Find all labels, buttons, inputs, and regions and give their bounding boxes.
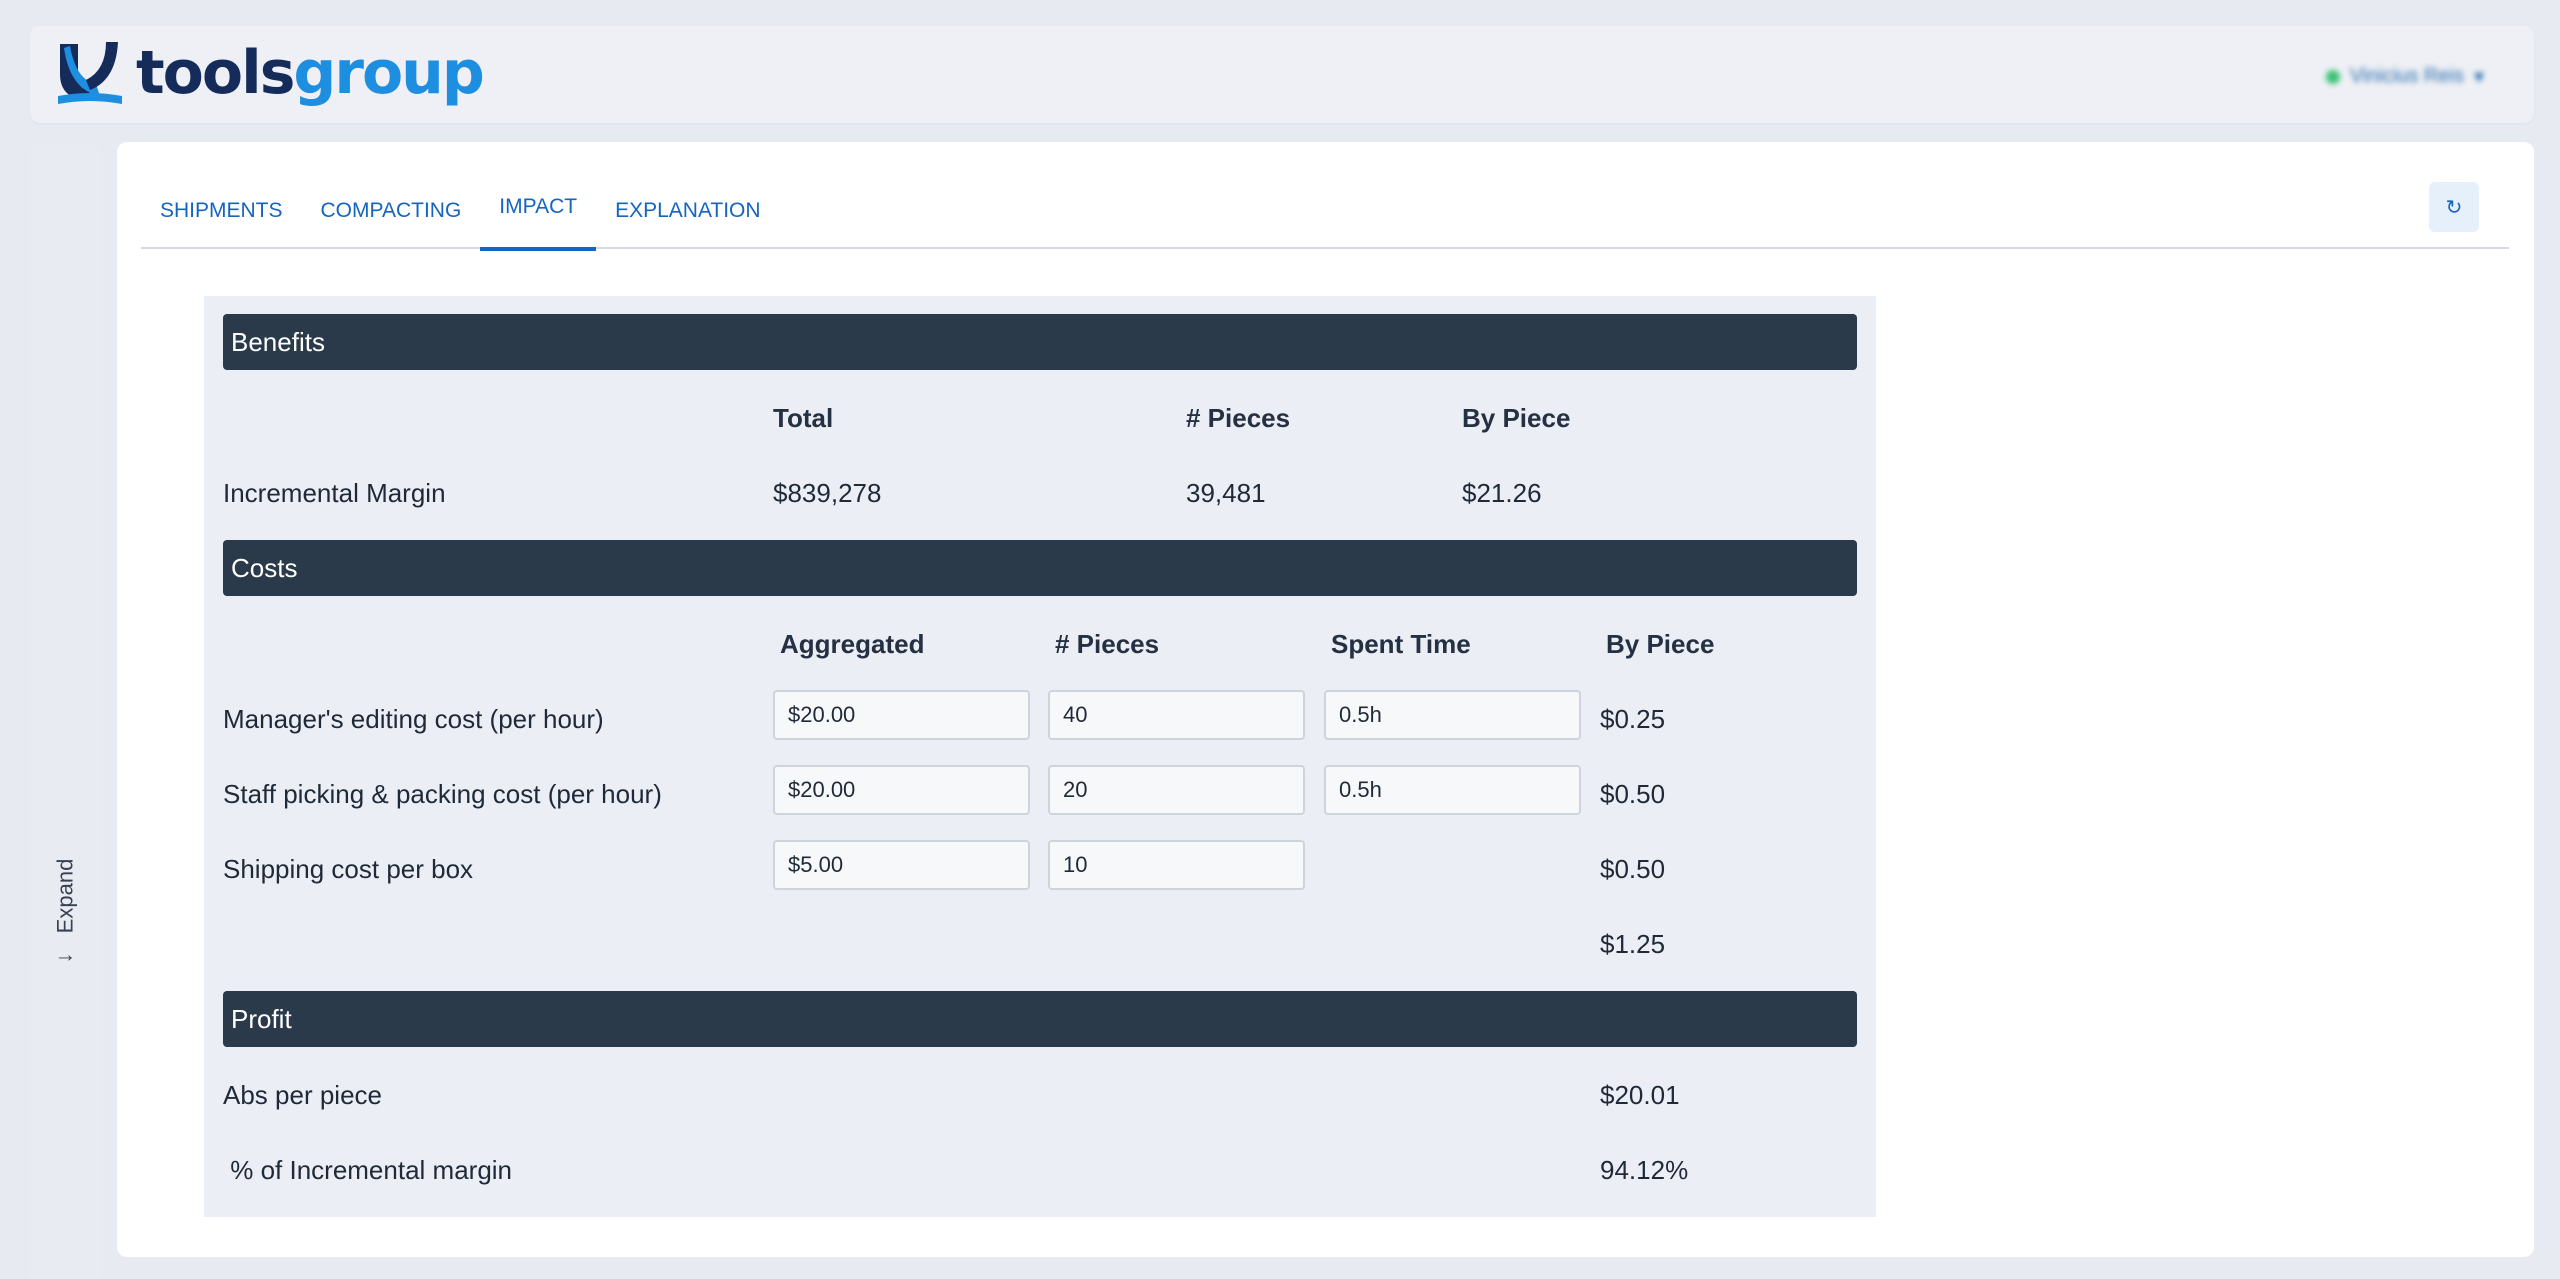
tab-explanation[interactable]: EXPLANATION xyxy=(596,172,779,249)
staff-aggregated-input[interactable] xyxy=(773,765,1030,815)
chevron-down-icon: ▾ xyxy=(2473,66,2484,88)
staff-cost-label: Staff picking & packing cost (per hour) xyxy=(223,779,662,809)
arrow-right-icon: → xyxy=(54,941,76,967)
benefits-header-total: Total xyxy=(773,403,834,433)
pct-incremental-margin-value: 94.12% xyxy=(1600,1155,1689,1185)
profit-section-header: Profit xyxy=(223,991,1857,1047)
manager-aggregated-input[interactable] xyxy=(773,690,1030,740)
costs-total-by-piece: $1.25 xyxy=(1600,929,1666,959)
benefits-header-pieces: # Pieces xyxy=(1186,403,1291,433)
incremental-margin-total: $839,278 xyxy=(773,478,882,508)
manager-cost-label: Manager's editing cost (per hour) xyxy=(223,704,604,734)
logo-wordmark-group: group xyxy=(293,38,484,108)
refresh-button[interactable]: ↻ xyxy=(2429,182,2479,232)
toolsgroup-logo-icon xyxy=(58,42,122,104)
app-header: toolsgroup Vinicius Reis ▾ xyxy=(30,26,2534,123)
manager-spent-time-input[interactable] xyxy=(1324,690,1581,740)
shipping-pieces-input[interactable] xyxy=(1048,840,1305,890)
tab-compacting[interactable]: COMPACTING xyxy=(302,172,481,249)
tab-bar: SHIPMENTS COMPACTING IMPACT EXPLANATION xyxy=(141,172,2509,251)
costs-section-header: Costs xyxy=(223,540,1857,596)
tab-shipments[interactable]: SHIPMENTS xyxy=(141,172,302,249)
logo-wordmark: toolsgroup xyxy=(136,38,485,108)
user-name: Vinicius Reis xyxy=(2349,65,2464,87)
expand-button[interactable]: → Expand xyxy=(48,842,82,982)
costs-header-aggregated: Aggregated xyxy=(780,629,925,659)
manager-pieces-input[interactable] xyxy=(1048,690,1305,740)
abs-per-piece-value: $20.01 xyxy=(1600,1080,1680,1110)
costs-header-spent-time: Spent Time xyxy=(1331,629,1471,659)
impact-panel: Benefits Total # Pieces By Piece Increme… xyxy=(204,296,1876,1217)
logo-wordmark-tools: tools xyxy=(136,38,295,108)
benefits-section-header: Benefits xyxy=(223,314,1857,370)
incremental-margin-label: Incremental Margin xyxy=(223,478,446,508)
costs-header-pieces: # Pieces xyxy=(1055,629,1160,659)
sidebar: → Expand xyxy=(30,142,100,1279)
toolsgroup-logo[interactable]: toolsgroup xyxy=(56,38,485,108)
pct-incremental-margin-label: % of Incremental margin xyxy=(223,1155,513,1185)
manager-by-piece: $0.25 xyxy=(1600,704,1666,734)
user-menu[interactable]: Vinicius Reis ▾ xyxy=(2325,64,2484,89)
shipping-by-piece: $0.50 xyxy=(1600,854,1666,884)
staff-pieces-input[interactable] xyxy=(1048,765,1305,815)
staff-by-piece: $0.50 xyxy=(1600,779,1666,809)
incremental-margin-pieces: 39,481 xyxy=(1186,478,1266,508)
costs-header-by-piece: By Piece xyxy=(1606,629,1715,659)
incremental-margin-by-piece: $21.26 xyxy=(1462,478,1542,508)
shipping-aggregated-input[interactable] xyxy=(773,840,1030,890)
user-status-dot xyxy=(2325,69,2340,84)
abs-per-piece-label: Abs per piece xyxy=(223,1080,382,1110)
expand-label: Expand xyxy=(52,858,77,934)
tab-impact[interactable]: IMPACT xyxy=(480,172,596,251)
staff-spent-time-input[interactable] xyxy=(1324,765,1581,815)
benefits-header-by-piece: By Piece xyxy=(1462,403,1571,433)
refresh-icon: ↻ xyxy=(2445,196,2463,219)
shipping-cost-label: Shipping cost per box xyxy=(223,854,474,884)
